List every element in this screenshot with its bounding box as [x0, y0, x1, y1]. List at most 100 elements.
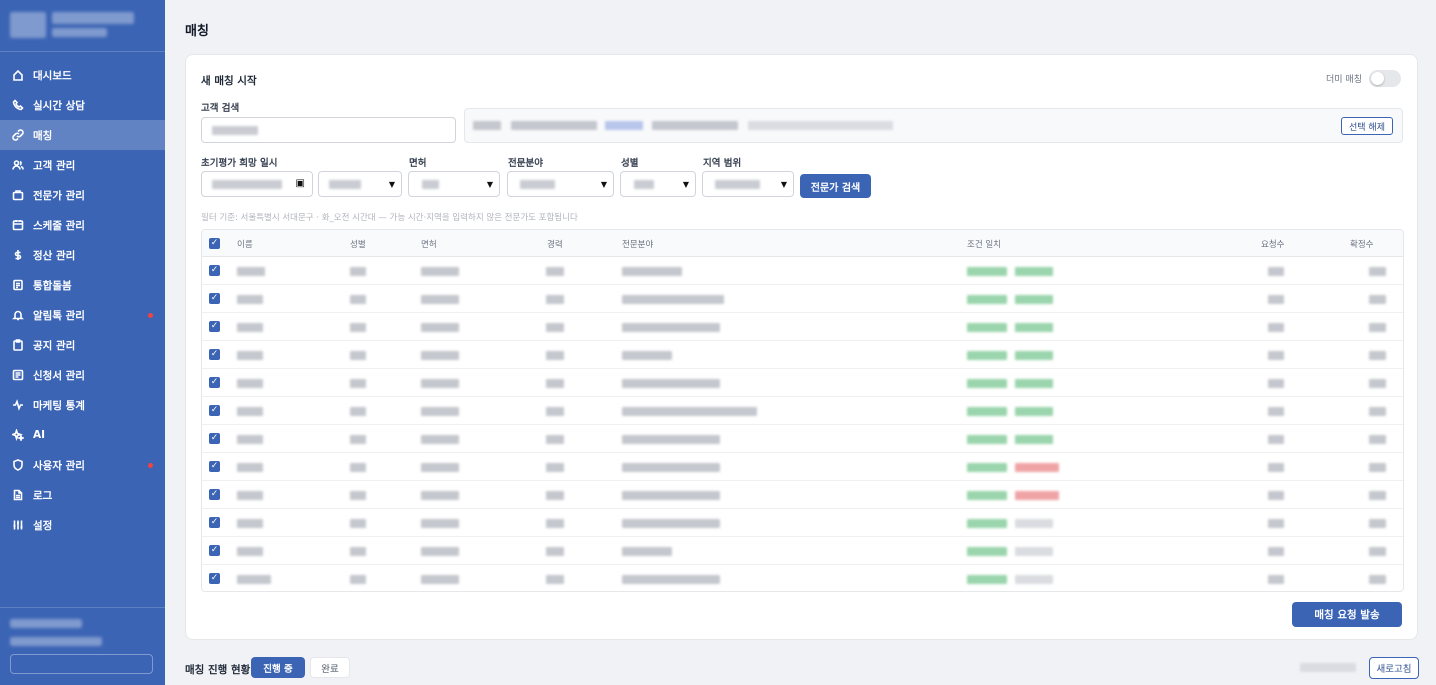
- table-row[interactable]: ✓: [202, 257, 1403, 285]
- expert-name: [237, 435, 263, 444]
- sidebar-item-clipboard[interactable]: 공지 관리: [0, 330, 165, 360]
- time-select[interactable]: ▼: [318, 171, 402, 197]
- logout-button[interactable]: [10, 654, 153, 674]
- confirmed-count: [1369, 547, 1386, 556]
- expert-gender: [350, 407, 366, 416]
- row-checkbox[interactable]: ✓: [209, 545, 220, 556]
- table-row[interactable]: ✓: [202, 509, 1403, 537]
- sidebar-item-sparkle[interactable]: AI: [0, 420, 165, 450]
- row-checkbox[interactable]: ✓: [209, 265, 220, 276]
- row-checkbox[interactable]: ✓: [209, 573, 220, 584]
- request-count: [1268, 267, 1284, 276]
- sidebar-item-activity[interactable]: 마케팅 통계: [0, 390, 165, 420]
- sidebar-item-form[interactable]: 신청서 관리: [0, 360, 165, 390]
- datetime-input[interactable]: ▣: [201, 171, 313, 197]
- condition-match-time: [1015, 547, 1053, 556]
- row-checkbox[interactable]: ✓: [209, 433, 220, 444]
- row-checkbox[interactable]: ✓: [209, 321, 220, 332]
- table-row[interactable]: ✓: [202, 565, 1403, 591]
- specialty-select[interactable]: ▼: [507, 171, 614, 197]
- expert-specialty: [622, 547, 672, 556]
- row-checkbox[interactable]: ✓: [209, 377, 220, 388]
- sidebar-item-label: 마케팅 통계: [33, 399, 85, 412]
- condition-match-region: [967, 407, 1007, 416]
- sidebar-item-document[interactable]: 통합돌봄: [0, 270, 165, 300]
- col-condition-match: 조건 일치: [967, 240, 1001, 250]
- row-checkbox[interactable]: ✓: [209, 293, 220, 304]
- expert-search-button[interactable]: 전문가 검색: [800, 174, 871, 198]
- app-logo[interactable]: [0, 0, 165, 52]
- confirmed-count: [1369, 575, 1386, 584]
- expert-career: [546, 435, 564, 444]
- sidebar-item-sliders[interactable]: 설정: [0, 510, 165, 540]
- expert-career: [546, 575, 564, 584]
- table-row[interactable]: ✓: [202, 341, 1403, 369]
- table-row[interactable]: ✓: [202, 425, 1403, 453]
- sidebar-item-users[interactable]: 고객 관리: [0, 150, 165, 180]
- unselect-button[interactable]: 선택 해제: [1341, 117, 1393, 135]
- table-row[interactable]: ✓: [202, 481, 1403, 509]
- expert-name: [237, 407, 263, 416]
- row-checkbox[interactable]: ✓: [209, 405, 220, 416]
- sidebar-item-bell[interactable]: 알림톡 관리: [0, 300, 165, 330]
- table-row[interactable]: ✓: [202, 313, 1403, 341]
- calendar-icon[interactable]: ▣: [296, 178, 305, 189]
- row-checkbox[interactable]: ✓: [209, 349, 220, 360]
- expert-name: [237, 463, 263, 472]
- sidebar-item-home[interactable]: 대시보드: [0, 60, 165, 90]
- license-select[interactable]: ▼: [408, 171, 500, 197]
- condition-match-time: [1015, 407, 1053, 416]
- dummy-matching-toggle[interactable]: [1369, 70, 1401, 87]
- expert-career: [546, 323, 564, 332]
- sidebar-item-dollar[interactable]: 정산 관리: [0, 240, 165, 270]
- gender-select[interactable]: ▼: [620, 171, 696, 197]
- new-matching-card: 새 매칭 시작 더미 매칭 고객 검색 선택 해제 초기평가 희망 일시 ▣ ▼…: [185, 54, 1418, 640]
- sidebar: 대시보드실시간 상담 매칭 고객 관리 전문가 관리 스케줄 관리 정산 관리 통합돌봄알림…: [0, 0, 165, 685]
- expert-gender: [350, 295, 366, 304]
- expert-name: [237, 351, 263, 360]
- select-all-checkbox[interactable]: ✓: [209, 238, 220, 249]
- table-row[interactable]: ✓: [202, 537, 1403, 565]
- dummy-matching: 더미 매칭: [1326, 70, 1401, 87]
- sidebar-item-label: 알림톡 관리: [33, 309, 85, 322]
- table-row[interactable]: ✓: [202, 397, 1403, 425]
- expert-license: [421, 323, 459, 332]
- sliders-icon: [12, 519, 24, 531]
- condition-match-region: [967, 435, 1007, 444]
- shield-icon: [12, 459, 24, 471]
- condition-match-time: [1015, 575, 1053, 584]
- send-matching-request-button[interactable]: 매칭 요청 발송: [1292, 602, 1402, 627]
- expert-name: [237, 491, 263, 500]
- sidebar-item-link[interactable]: 매칭: [0, 120, 165, 150]
- expert-specialty: [622, 407, 757, 416]
- row-checkbox[interactable]: ✓: [209, 517, 220, 528]
- tab-in-progress[interactable]: 진행 중: [251, 657, 305, 678]
- condition-match-region: [967, 267, 1007, 276]
- row-checkbox[interactable]: ✓: [209, 461, 220, 472]
- briefcase-icon: [12, 189, 24, 201]
- chevron-down-icon: ▼: [682, 180, 689, 189]
- refresh-button[interactable]: 새로고침: [1369, 657, 1419, 679]
- sidebar-item-label: 대시보드: [33, 69, 72, 82]
- confirmed-count: [1369, 435, 1386, 444]
- condition-match-time: [1015, 463, 1059, 472]
- expert-name: [237, 323, 263, 332]
- sidebar-item-briefcase[interactable]: 전문가 관리: [0, 180, 165, 210]
- table-row[interactable]: ✓: [202, 453, 1403, 481]
- expert-name: [237, 295, 263, 304]
- expert-license: [421, 407, 459, 416]
- sidebar-item-phone[interactable]: 실시간 상담: [0, 90, 165, 120]
- table-row[interactable]: ✓: [202, 369, 1403, 397]
- expert-gender: [350, 491, 366, 500]
- row-checkbox[interactable]: ✓: [209, 489, 220, 500]
- sidebar-item-file[interactable]: 로그: [0, 480, 165, 510]
- sidebar-item-shield[interactable]: 사용자 관리: [0, 450, 165, 480]
- tab-completed[interactable]: 완료: [310, 657, 350, 678]
- sidebar-item-calendar[interactable]: 스케줄 관리: [0, 210, 165, 240]
- customer-search-input[interactable]: [201, 117, 456, 143]
- confirmed-count: [1369, 519, 1386, 528]
- table-row[interactable]: ✓: [202, 285, 1403, 313]
- sidebar-item-label: 신청서 관리: [33, 369, 85, 382]
- region-select[interactable]: ▼: [702, 171, 794, 197]
- calendar-icon: [12, 219, 24, 231]
